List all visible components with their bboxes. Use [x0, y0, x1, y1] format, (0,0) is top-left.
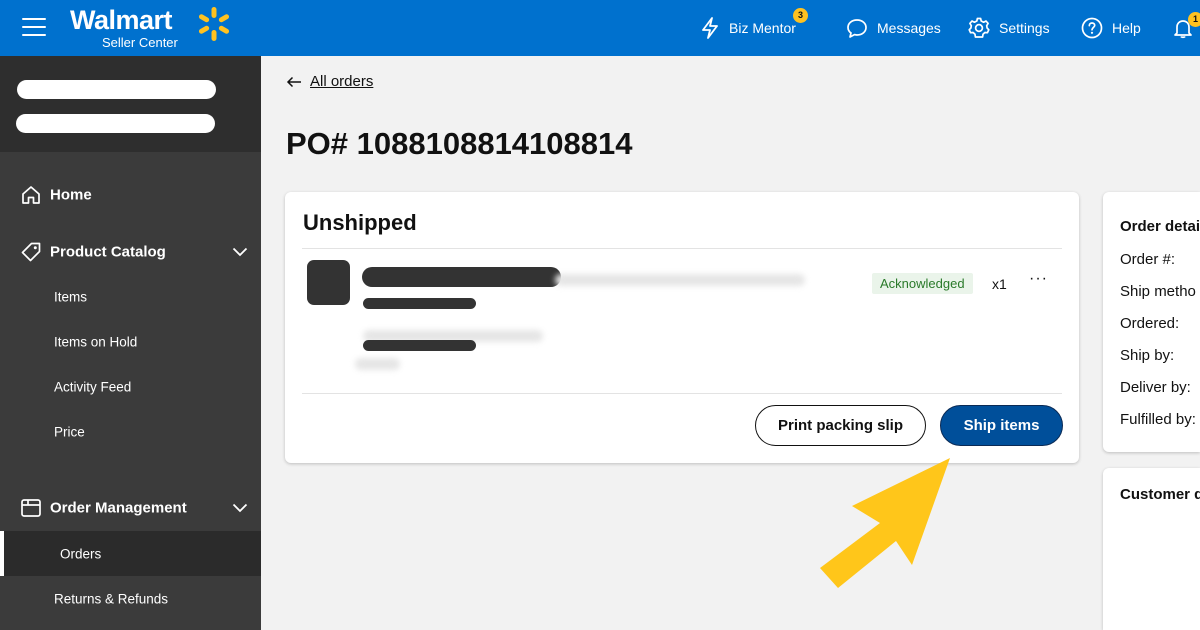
sidebar-item-order-management[interactable]: Order Management [0, 483, 261, 533]
detail-row-label: Order #: [1120, 251, 1176, 268]
nav-label: Help [1112, 20, 1141, 36]
redacted-product-sku [363, 298, 476, 309]
account-switcher[interactable] [0, 56, 261, 152]
lightning-icon [702, 17, 718, 39]
more-options-icon[interactable]: ··· [1029, 270, 1048, 288]
detail-row-label: Ship metho [1120, 283, 1196, 300]
logo-subtitle: Seller Center [102, 35, 178, 50]
home-icon [22, 186, 40, 204]
sidebar-label: Order Management [50, 499, 187, 517]
detail-row-label: Fulfilled by: [1120, 411, 1196, 428]
sidebar-item-returns-refunds[interactable]: Returns & Refunds [0, 576, 261, 621]
detail-row-label: Ordered: [1120, 315, 1180, 332]
nav-biz-mentor[interactable]: Biz Mentor [700, 14, 796, 42]
customer-details-card: Customer d [1103, 468, 1200, 630]
gear-icon [968, 17, 990, 38]
order-details-title: Order detai [1120, 218, 1200, 235]
detail-row-label: Ship by: [1120, 347, 1175, 364]
page-title: PO# 1088108814108814 [286, 126, 633, 161]
sidebar-item-home[interactable]: Home [0, 170, 261, 220]
redacted-account-id [16, 114, 215, 133]
blurred-product-text [555, 274, 805, 286]
biz-mentor-badge: 3 [793, 8, 808, 23]
annotation-arrow-icon [820, 458, 950, 588]
sidebar-sub-label: Orders [60, 546, 102, 561]
sidebar-item-orders[interactable]: Orders [0, 531, 261, 576]
back-link-label: All orders [310, 73, 374, 90]
help-icon [1081, 17, 1103, 39]
top-bar: Walmart Seller Center Biz Mentor 3 Messa… [0, 0, 1200, 56]
order-details-card: Order detai Order #: Ship metho Ordered:… [1103, 192, 1200, 452]
redacted-product-name [362, 267, 561, 287]
nav-settings[interactable]: Settings [968, 14, 1050, 42]
arrow-left-icon [286, 76, 301, 87]
nav-label: Settings [999, 20, 1050, 36]
divider [302, 393, 1062, 394]
sidebar-item-price[interactable]: Price [0, 409, 261, 454]
sidebar-label: Product Catalog [50, 243, 166, 261]
tag-icon [21, 242, 41, 262]
customer-details-title: Customer d [1120, 486, 1200, 503]
sidebar-item-items[interactable]: Items [0, 274, 261, 319]
menu-icon[interactable] [22, 18, 46, 38]
detail-row-label: Deliver by: [1120, 379, 1191, 396]
nav-label: Messages [877, 20, 941, 36]
sidebar: Home Product Catalog Items Items on Hold… [0, 56, 261, 630]
sidebar-item-product-catalog[interactable]: Product Catalog [0, 227, 261, 277]
walmart-logo[interactable]: Walmart Seller Center [70, 4, 230, 50]
spark-icon [198, 7, 230, 41]
back-to-all-orders-link[interactable]: All orders [286, 73, 373, 90]
nav-label: Biz Mentor [729, 20, 796, 36]
status-badge: Acknowledged [872, 273, 973, 294]
sidebar-item-items-on-hold[interactable]: Items on Hold [0, 319, 261, 364]
nav-help[interactable]: Help [1081, 14, 1141, 42]
logo-wordmark: Walmart [70, 5, 173, 35]
divider [302, 248, 1062, 249]
chevron-down-icon [232, 503, 248, 513]
sidebar-label: Home [50, 186, 92, 204]
redacted-product-detail [363, 340, 476, 351]
unshipped-card: Unshipped Acknowledged x1 ··· Print pack… [285, 192, 1079, 463]
sidebar-item-activity-feed[interactable]: Activity Feed [0, 364, 261, 409]
card-title: Unshipped [303, 210, 417, 235]
sidebar-sub-label: Items on Hold [54, 334, 138, 349]
product-thumbnail[interactable] [307, 260, 350, 305]
notifications-badge: 1 [1188, 12, 1200, 27]
sidebar-sub-label: Price [54, 424, 85, 439]
box-icon [21, 499, 41, 517]
redacted-account-name [17, 80, 216, 99]
chevron-down-icon [232, 247, 248, 257]
sidebar-sub-label: Returns & Refunds [54, 591, 169, 606]
sidebar-sub-label: Activity Feed [54, 379, 132, 394]
nav-messages[interactable]: Messages [846, 14, 941, 42]
blurred-product-meta [355, 358, 400, 370]
item-quantity: x1 [992, 276, 1007, 292]
sidebar-sub-label: Items [54, 289, 88, 304]
chat-bubble-icon [847, 19, 867, 38]
